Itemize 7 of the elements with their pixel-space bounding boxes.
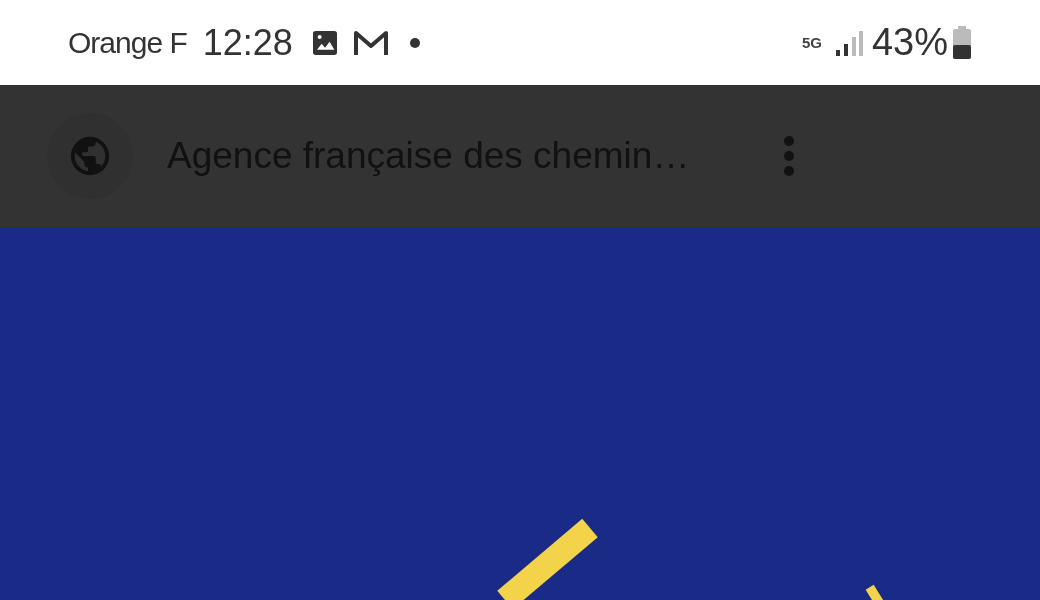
battery-icon: [952, 25, 972, 60]
dot-icon: [408, 36, 421, 49]
battery-percent: 43%: [871, 20, 948, 65]
more-icon: [783, 135, 796, 177]
carrier-name: Orange F: [68, 25, 187, 61]
clock-time: 12:28: [202, 20, 293, 65]
network-type: 5G: [801, 35, 822, 50]
